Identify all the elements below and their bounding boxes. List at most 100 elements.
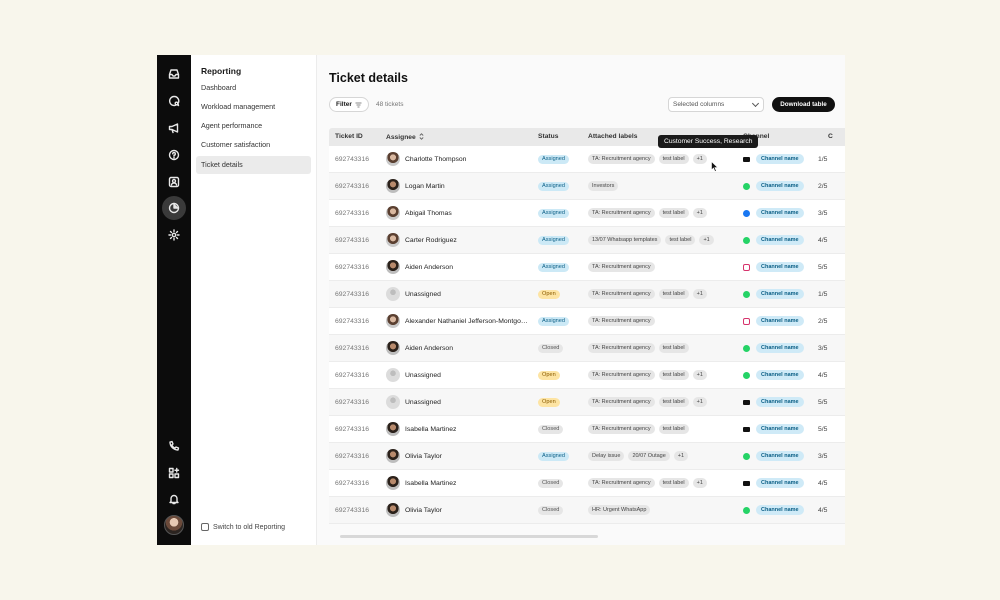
contact-card-icon[interactable] <box>162 170 186 194</box>
sort-icon[interactable] <box>419 133 424 140</box>
label-chip[interactable]: +1 <box>692 154 707 164</box>
subnav-item-agent-performance[interactable]: Agent performance <box>196 117 311 135</box>
ticket-id[interactable]: 692743316 <box>335 470 369 496</box>
channel-cell: Channel name <box>743 254 804 280</box>
ticket-id[interactable]: 692743316 <box>335 200 369 226</box>
table-row[interactable]: 692743316 Unassigned Open TA: Recruitmen… <box>329 281 845 308</box>
channel-cell: Channel name <box>743 389 804 415</box>
table-row[interactable]: 692743316 Unassigned Open TA: Recruitmen… <box>329 389 845 416</box>
ratio-value: 5/5 <box>818 425 828 433</box>
ticket-id[interactable]: 692743316 <box>335 443 369 469</box>
table-row[interactable]: 692743316 Aiden Anderson Closed TA: Recr… <box>329 335 845 362</box>
user-avatar[interactable] <box>164 515 184 535</box>
header-status[interactable]: Status <box>538 133 558 140</box>
ticket-id[interactable]: 692743316 <box>335 173 369 199</box>
label-chip: Delay issue <box>588 451 625 461</box>
label-chip: 20/07 Outage <box>628 451 670 461</box>
label-chip[interactable]: +1 <box>692 208 707 218</box>
header-ticket-id[interactable]: Ticket ID <box>335 133 363 140</box>
label-chip: TA: Recruitment agency <box>588 208 655 218</box>
label-chip: TA: Recruitment agency <box>588 478 655 488</box>
subnav-item-dashboard[interactable]: Dashboard <box>196 79 311 97</box>
ticket-id[interactable]: 692743316 <box>335 254 369 280</box>
table-row[interactable]: 692743316 Alexander Nathaniel Jefferson-… <box>329 308 845 335</box>
channel-cell: Channel name <box>743 173 804 199</box>
avatar <box>386 476 400 490</box>
filter-button[interactable]: Filter <box>329 97 369 112</box>
ticket-id[interactable]: 692743316 <box>335 281 369 307</box>
avatar <box>386 314 400 328</box>
channel-badge: Channel name <box>756 154 804 164</box>
ticket-id[interactable]: 692743316 <box>335 335 369 361</box>
bell-icon[interactable] <box>162 487 186 511</box>
table-row[interactable]: 692743316 Unassigned Open TA: Recruitmen… <box>329 362 845 389</box>
channel-cell: Channel name <box>743 470 804 496</box>
label-chip[interactable]: +1 <box>692 370 707 380</box>
label-chip[interactable]: +1 <box>692 478 707 488</box>
assignee-cell: Aiden Anderson <box>386 335 531 361</box>
header-c[interactable]: C <box>828 133 833 140</box>
assignee-cell: Isabella Martinez <box>386 416 531 442</box>
table-row[interactable]: 692743316 Charlotte Thompson Assigned TA… <box>329 146 845 173</box>
assignee-cell: Logan Martin <box>386 173 531 199</box>
label-chip[interactable]: +1 <box>692 397 707 407</box>
help-circle-icon[interactable] <box>162 143 186 167</box>
subnav-item-workload[interactable]: Workload management <box>196 98 311 116</box>
label-chip[interactable]: +1 <box>699 235 714 245</box>
channel-badge: Channel name <box>756 370 804 380</box>
table-row[interactable]: 692743316 Olivia Taylor Closed HR: Urgen… <box>329 497 845 524</box>
mail-icon <box>743 156 750 162</box>
ticket-id[interactable]: 692743316 <box>335 146 369 172</box>
table-row[interactable]: 692743316 Isabella Martinez Closed TA: R… <box>329 470 845 497</box>
ticket-id[interactable]: 692743316 <box>335 227 369 253</box>
ticket-id[interactable]: 692743316 <box>335 497 369 523</box>
avatar <box>386 368 400 382</box>
chat-search-icon[interactable] <box>162 89 186 113</box>
table-row[interactable]: 692743316 Carter Rodriguez Assigned 13/0… <box>329 227 845 254</box>
ticket-id[interactable]: 692743316 <box>335 308 369 334</box>
assignee-name: Logan Martin <box>405 182 445 190</box>
inbox-icon[interactable] <box>162 62 186 86</box>
table-row[interactable]: 692743316 Aiden Anderson Assigned TA: Re… <box>329 254 845 281</box>
mail-icon <box>743 480 750 486</box>
header-assignee[interactable]: Assignee <box>386 133 424 141</box>
channel-cell: Channel name <box>743 146 804 172</box>
phone-icon[interactable] <box>162 434 186 458</box>
reporting-pie-icon[interactable] <box>162 196 186 220</box>
label-chip[interactable]: +1 <box>692 289 707 299</box>
download-table-button[interactable]: Download table <box>772 97 835 112</box>
assignee-cell: Aiden Anderson <box>386 254 531 280</box>
subnav-item-customer-satisfaction[interactable]: Customer satisfaction <box>196 136 311 154</box>
ticket-id[interactable]: 692743316 <box>335 416 369 442</box>
channel-badge: Channel name <box>756 235 804 245</box>
table-row[interactable]: 692743316 Olivia Taylor Assigned Delay i… <box>329 443 845 470</box>
settings-gear-icon[interactable] <box>162 223 186 247</box>
ticket-table: Ticket ID Assignee Status Attached label… <box>329 128 845 538</box>
channel-badge: Channel name <box>756 262 804 272</box>
status-badge: Assigned <box>538 451 570 461</box>
labels-cell: TA: Recruitment agency test label +1 <box>588 389 707 415</box>
table-row[interactable]: 692743316 Abigail Thomas Assigned TA: Re… <box>329 200 845 227</box>
megaphone-icon[interactable] <box>162 116 186 140</box>
ticket-id[interactable]: 692743316 <box>335 389 369 415</box>
channel-cell: Channel name <box>743 227 804 253</box>
table-row[interactable]: 692743316 Logan Martin Assigned Investor… <box>329 173 845 200</box>
status-cell: Assigned <box>538 146 570 172</box>
status-badge: Closed <box>538 343 564 353</box>
label-chip[interactable]: +1 <box>673 451 689 461</box>
header-attached-labels[interactable]: Attached labels <box>588 133 637 140</box>
horizontal-scrollbar[interactable] <box>340 535 598 538</box>
status-badge: Open <box>538 370 560 380</box>
ticket-id[interactable]: 692743316 <box>335 362 369 388</box>
apps-grid-icon[interactable] <box>162 461 186 485</box>
label-chip: test label <box>658 343 689 353</box>
status-badge: Open <box>538 289 560 299</box>
avatar <box>386 260 400 274</box>
selected-columns-dropdown[interactable]: Selected columns <box>668 97 764 112</box>
status-cell: Assigned <box>538 254 570 280</box>
main-content: Ticket details Filter 48 tickets Selecte… <box>317 55 845 545</box>
switch-old-reporting-link[interactable]: Switch to old Reporting <box>201 523 285 531</box>
subnav-item-ticket-details[interactable]: Ticket details <box>196 156 311 174</box>
table-row[interactable]: 692743316 Isabella Martinez Closed TA: R… <box>329 416 845 443</box>
chevron-down-icon <box>751 99 760 108</box>
